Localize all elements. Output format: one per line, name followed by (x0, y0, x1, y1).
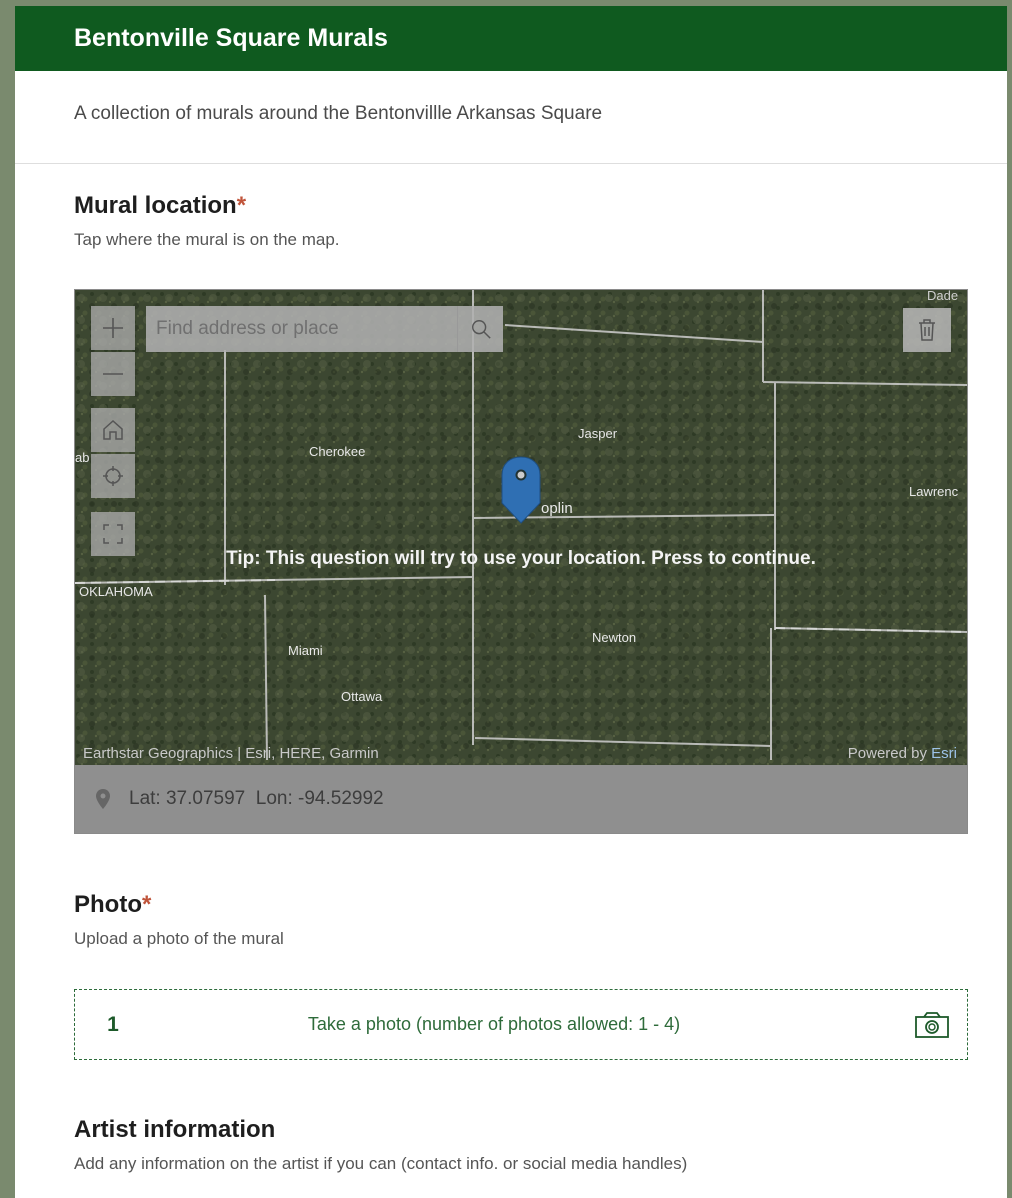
photo-count: 1 (107, 1012, 119, 1036)
zoom-in-button[interactable] (91, 306, 135, 350)
place-label-ottawa: Ottawa (341, 689, 383, 704)
mural-location-question: Mural location* Tap where the mural is o… (74, 192, 340, 250)
map-search (146, 305, 503, 353)
artist-question: Artist information Add any information o… (74, 1116, 687, 1174)
place-label-dade: Dade (927, 289, 959, 303)
coordinate-bar: Lat: 37.07597 Lon: -94.52992 (75, 765, 967, 833)
home-icon (103, 419, 123, 440)
photo-upload-text: Take a photo (number of photos allowed: … (307, 1014, 681, 1034)
question-title: Mural location* (74, 192, 340, 220)
camera-icon (915, 1011, 949, 1038)
camera-button[interactable] (897, 1011, 967, 1039)
form-title: Bentonville Square Murals (74, 24, 388, 52)
locate-icon (103, 466, 123, 486)
place-label-miami: Miami (288, 643, 323, 658)
map-attribution: Earthstar Geographics | Esri, HERE, Garm… (83, 745, 379, 762)
search-icon (471, 320, 491, 339)
powered-by: Powered by Esri (848, 745, 957, 762)
form-header: Bentonville Square Murals (15, 6, 1007, 71)
required-marker: * (141, 891, 152, 918)
form-description: A collection of murals around the Benton… (15, 71, 1007, 164)
place-label-newton: Newton (592, 630, 637, 645)
place-label-jasper: Jasper (578, 426, 618, 441)
home-button[interactable] (91, 408, 135, 452)
place-label-cherokee: Cherokee (309, 444, 366, 459)
question-title-text: Photo (74, 891, 142, 918)
question-hint: Upload a photo of the mural (74, 929, 284, 948)
powered-by-label: Powered by (847, 745, 927, 762)
question-title: Photo* (74, 891, 284, 919)
place-label-oklahoma: OKLAHOMA (79, 584, 153, 599)
satellite-map[interactable] (75, 290, 967, 765)
minus-icon (103, 373, 123, 375)
place-label-joplin: oplin (541, 500, 573, 517)
map-pin-icon[interactable] (500, 455, 542, 527)
zoom-out-button[interactable] (91, 352, 135, 396)
question-hint: Tap where the mural is on the map. (74, 230, 340, 249)
location-marker-icon (96, 789, 110, 809)
photo-question: Photo* Upload a photo of the mural (74, 891, 284, 949)
map-search-button[interactable] (457, 306, 503, 352)
photo-upload-area[interactable]: 1 Take a photo (number of photos allowed… (74, 989, 968, 1060)
location-tip[interactable]: Tip: This question will try to use your … (75, 548, 967, 570)
question-title-text: Mural location (74, 192, 237, 219)
plus-icon (103, 318, 123, 338)
locate-button[interactable] (91, 454, 135, 498)
question-hint: Add any information on the artist if you… (74, 1154, 688, 1173)
coordinate-readout: Lat: 37.07597 Lon: -94.52992 (129, 788, 384, 809)
esri-link[interactable]: Esri (931, 745, 957, 762)
map-widget[interactable]: Jasper Cherokee oplin Lawrenc OKLAHOMA N… (74, 289, 968, 834)
fullscreen-icon (103, 524, 123, 544)
place-label-lawrence: Lawrenc (909, 484, 959, 499)
trash-icon (919, 319, 935, 341)
clear-location-button[interactable] (903, 308, 951, 352)
place-label-edge: ab (75, 450, 90, 465)
question-title: Artist information (74, 1116, 276, 1143)
required-marker: * (236, 192, 247, 219)
survey-form: Bentonville Square Murals A collection o… (15, 6, 1007, 1198)
map-search-input[interactable] (146, 305, 457, 353)
